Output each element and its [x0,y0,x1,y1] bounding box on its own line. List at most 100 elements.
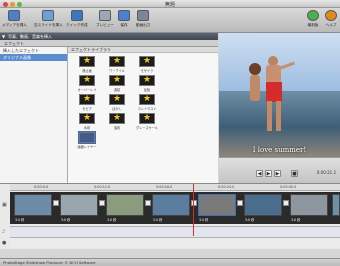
preview-photo-figure [249,56,296,131]
transition-icon[interactable] [99,200,105,206]
transition-icon[interactable] [191,200,197,206]
help-button[interactable]: ヘルプ [325,10,337,28]
upgrade-icon [307,10,319,21]
quick-create-icon [70,10,83,21]
layer-icon [78,131,96,144]
window-title: 無題 [164,2,175,8]
next-icon[interactable]: ▶ [274,170,281,177]
timeline-ruler[interactable]: 0:00:0.0 0:00:12.0 0:00:18.0 0:00:24.0 0… [10,184,340,191]
export-video-icon [137,10,150,21]
ruler-tick: 0:00:12.0 [94,185,111,189]
slide-duration: 3.0 秒 [153,218,163,222]
status-bar: PhotoStage Slideshow Producer © NCH Soft… [0,258,340,266]
slide-duration: 3.0 秒 [291,218,301,222]
slide-duration: 3.0 秒 [107,218,117,222]
insert-blank-slide-button[interactable]: 空スライドを挿入 [34,10,63,28]
blank-slide-icon [42,10,55,21]
star-icon: ★ [109,94,125,105]
effect-grayscale[interactable]: ★ グレースケール [132,112,162,130]
effect-library: エフェクトライブラリ ★ 静止画 ★ ワーブイル ★ モザイク ★ オーバーレイ ★ 波紋… [68,47,218,183]
transition-icon[interactable] [283,200,289,206]
narration-track-icon: ● [2,240,7,246]
preview-timecode: 0:00:21.2 [316,170,336,175]
transition-icon[interactable] [237,200,243,206]
slide-duration: 3.0 秒 [245,218,255,222]
save-button[interactable]: 保存 [118,10,130,28]
slide-duration: 3.0 秒 [199,218,209,222]
ruler-tick: 0:00:0.0 [34,185,49,189]
slide-duration: 3.0 秒 [61,218,71,222]
media-icon [8,10,21,21]
effect-watercolor[interactable]: ★ 水彩 [72,112,102,130]
preview-icon [98,10,111,21]
effect-contrast[interactable]: ★ コントラスト [132,93,162,111]
star-icon: ★ [79,113,95,124]
slide-preview: I love summer! [219,33,340,157]
slide-thumb[interactable] [332,194,340,216]
slide-thumb[interactable]: 3.0 秒 [290,194,328,222]
star-icon: ★ [79,56,95,67]
transition-icon[interactable] [53,200,59,206]
effect-swirl[interactable]: ★ ワーブイル [102,55,132,73]
preview-button[interactable]: プレビュー [96,10,114,28]
effect-blur[interactable]: ★ ぼかし [102,93,132,111]
play-icon[interactable]: ▶ [265,170,272,177]
help-icon [325,10,337,21]
slide-thumb[interactable]: 3.0 秒 [152,194,190,222]
collapse-triangle-icon: ▼ [2,34,6,39]
star-icon: ★ [139,75,155,86]
save-icon [118,10,130,21]
preview-panel: I love summer! ◀ ▶ ▶ ■ 0:00:21.2 [219,33,340,183]
ruler-tick: 0:00:30.0 [280,185,297,189]
star-icon: ★ [139,113,155,124]
transition-icon[interactable] [145,200,151,206]
main-toolbar: メディアを挿入 空スライドを挿入 クイック作成 プレビュー 保存 動画出力 最新… [0,8,340,33]
star-icon: ★ [139,94,155,105]
star-icon: ★ [79,75,95,86]
panel-tabs: エフェクト [0,40,218,47]
window-titlebar: 無題 [0,0,340,8]
star-icon: ★ [109,113,125,124]
effect-ripple[interactable]: ★ 波紋 [102,74,132,92]
music-track-icon: ♪ [2,229,6,235]
tab-effects[interactable]: エフェクト [0,40,28,47]
effect-invert[interactable]: ★ 反転 [132,74,162,92]
effect-screen-layer[interactable]: 画面レイヤー [72,131,102,149]
slide-thumb[interactable]: 3.0 秒 [14,194,52,222]
effect-library-header: エフェクトライブラリ [68,47,218,53]
export-video-button[interactable]: 動画出力 [136,10,150,28]
timeline: 0:00:0.0 0:00:12.0 0:00:18.0 0:00:24.0 0… [0,183,340,249]
star-icon: ★ [109,56,125,67]
slide-thumb-selected[interactable]: 3.0 秒 [198,194,236,222]
category-item-original[interactable]: オリジナル画像 [0,54,67,61]
music-track[interactable] [10,226,340,238]
category-item-inserted[interactable]: 挿入したエフェクト [0,47,67,54]
upgrade-button[interactable]: 最新版 [307,10,319,28]
effect-mosaic[interactable]: ★ モザイク [132,55,162,73]
star-icon: ★ [109,75,125,86]
effect-overlay[interactable]: ★ オーバーレイ [72,74,102,92]
preview-caption: I love summer! [252,146,307,154]
effect-still[interactable]: ★ 静止画 [72,55,102,73]
quick-create-button[interactable]: クイック作成 [66,10,88,28]
slide-duration: 3.0 秒 [15,218,25,222]
playback-controls: ◀ ▶ ▶ ■ 0:00:21.2 [219,157,340,183]
ruler-tick: 0:00:24.0 [218,185,235,189]
insert-media-button[interactable]: メディアを挿入 [2,10,27,28]
snapshot-icon[interactable]: ■ [291,170,298,177]
slide-thumb[interactable]: 3.0 秒 [106,194,144,222]
slide-thumb[interactable]: 3.0 秒 [244,194,282,222]
star-icon: ★ [79,94,95,105]
effect-oil[interactable]: ★ 油彩 [102,112,132,130]
star-icon: ★ [139,56,155,67]
narration-track[interactable] [10,238,340,248]
slide-filmstrip: 3.0 秒 3.0 秒 3.0 秒 3.0 秒 3.0 秒 3.0 秒 3.0 … [10,192,340,224]
previous-icon[interactable]: ◀ [256,170,263,177]
effect-category-list: 挿入したエフェクト オリジナル画像 [0,47,68,183]
effect-sepia[interactable]: ★ セピア [72,93,102,111]
slide-thumb[interactable]: 3.0 秒 [60,194,98,222]
timeline-playhead[interactable] [193,184,194,236]
insert-media-section-header[interactable]: ▼ 写真、動画、音楽を挿入 [0,33,218,40]
video-track-icon: ▣ [2,202,7,208]
ruler-tick: 0:00:18.0 [156,185,173,189]
